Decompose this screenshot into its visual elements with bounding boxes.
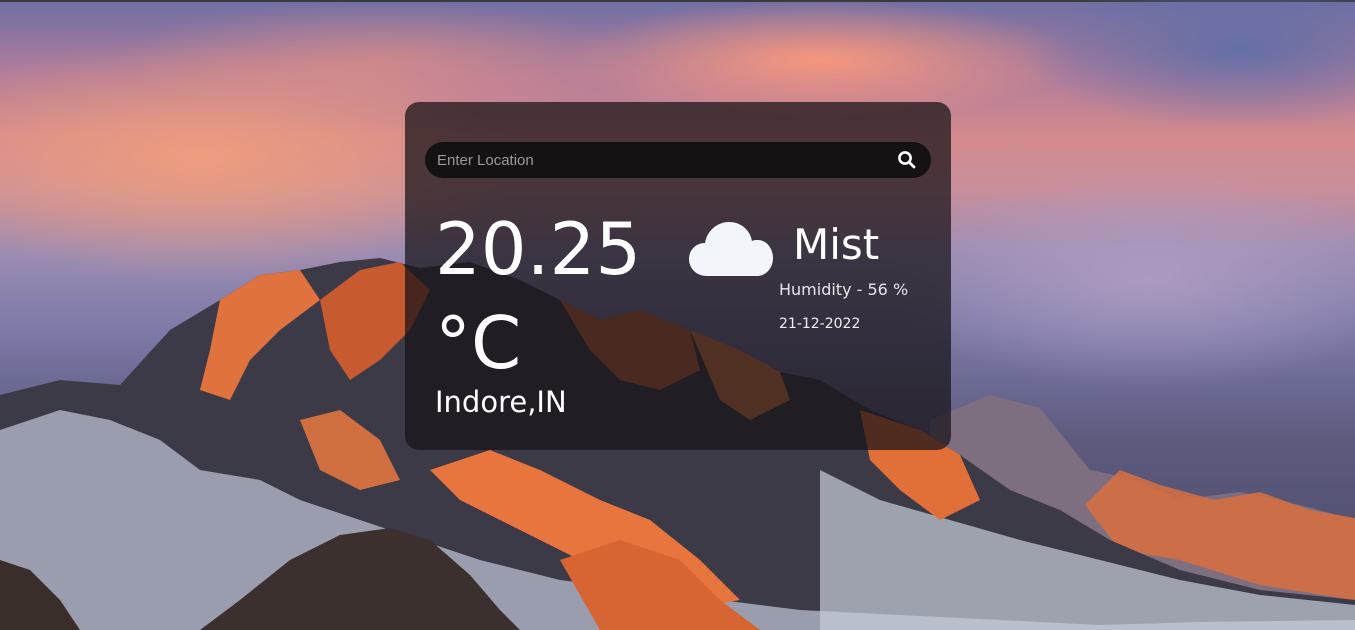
location-name: Indore,IN bbox=[435, 385, 567, 419]
location-search-input[interactable] bbox=[437, 142, 877, 178]
date-text: 21-12-2022 bbox=[779, 316, 861, 332]
weather-condition: Mist bbox=[793, 220, 880, 269]
temperature-unit: °C bbox=[435, 301, 522, 385]
temperature-display: 20.25 °C bbox=[435, 202, 675, 390]
weather-card: 20.25 °C Indore,IN Mist Humidity - 56 % … bbox=[405, 102, 951, 450]
temperature-value: 20.25 bbox=[435, 207, 642, 291]
search-icon[interactable] bbox=[897, 150, 917, 170]
search-bar bbox=[425, 142, 931, 178]
page: 20.25 °C Indore,IN Mist Humidity - 56 % … bbox=[0, 0, 1355, 630]
cloud-icon bbox=[689, 222, 773, 276]
humidity-text: Humidity - 56 % bbox=[779, 280, 909, 299]
